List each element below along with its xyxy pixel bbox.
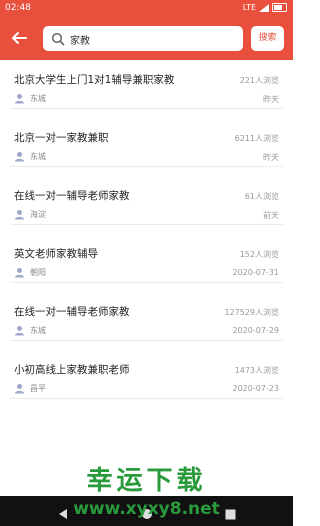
search-button[interactable]: 搜索 <box>251 26 284 51</box>
list-item[interactable]: 在线一对一辅导老师家教 61人浏览 海淀 前天 <box>10 180 283 225</box>
item-date: 2020-07-23 <box>232 384 280 393</box>
item-title: 小初高线上家教兼职老师 <box>14 364 130 376</box>
status-time: 02:48 <box>5 3 31 13</box>
item-location: 昌平 <box>30 384 46 393</box>
item-location: 东城 <box>30 152 46 161</box>
item-views: 221人浏览 <box>239 76 279 85</box>
item-location: 东城 <box>30 326 46 335</box>
item-views: 61人浏览 <box>244 192 279 201</box>
search-icon <box>51 31 65 46</box>
item-title: 英文老师家教辅导 <box>14 248 98 260</box>
watermark-url: www.xyxy8.net <box>73 499 220 519</box>
item-views: 1473人浏览 <box>234 366 279 375</box>
item-views: 6211人浏览 <box>234 134 279 143</box>
app-header: 02:48 LTE 家教 搜索 <box>0 0 293 60</box>
signal-icon <box>259 3 269 12</box>
item-date: 昨天 <box>263 95 279 104</box>
item-views: 152人浏览 <box>239 250 279 259</box>
item-location: 东城 <box>30 94 46 103</box>
search-input[interactable]: 家教 <box>43 26 243 51</box>
item-date: 昨天 <box>263 153 279 162</box>
item-title: 在线一对一辅导老师家教 <box>14 306 130 318</box>
item-title: 北京一对一家教兼职 <box>14 132 109 144</box>
item-date: 2020-07-31 <box>232 268 280 277</box>
location-user-icon <box>15 210 24 220</box>
location-user-icon <box>15 268 24 278</box>
item-title: 在线一对一辅导老师家教 <box>14 190 130 202</box>
item-title: 北京大学生上门1对1辅导兼职家教 <box>14 74 175 86</box>
item-date: 前天 <box>263 211 279 220</box>
watermark-text: 幸运下载 <box>86 466 207 496</box>
item-location: 海淀 <box>30 210 46 219</box>
item-views: 127529人浏览 <box>224 308 279 317</box>
location-user-icon <box>15 326 24 336</box>
list-item[interactable]: 在线一对一辅导老师家教 127529人浏览 东城 2020-07-29 <box>10 296 283 341</box>
network-label: LTE <box>242 3 256 12</box>
item-location: 朝阳 <box>30 268 46 277</box>
list-item[interactable]: 北京一对一家教兼职 6211人浏览 东城 昨天 <box>10 122 283 167</box>
battery-icon <box>272 3 287 12</box>
location-user-icon <box>15 152 24 162</box>
list-item[interactable]: 小初高线上家教兼职老师 1473人浏览 昌平 2020-07-23 <box>10 354 283 399</box>
location-user-icon <box>15 384 24 394</box>
list-item[interactable]: 北京大学生上门1对1辅导兼职家教 221人浏览 东城 昨天 <box>10 64 283 109</box>
item-date: 2020-07-29 <box>232 326 280 335</box>
back-arrow-icon[interactable] <box>10 29 28 47</box>
status-bar: 02:48 LTE <box>0 0 293 17</box>
search-query: 家教 <box>70 36 90 47</box>
location-user-icon <box>15 94 24 104</box>
list-item[interactable]: 英文老师家教辅导 152人浏览 朝阳 2020-07-31 <box>10 238 283 283</box>
